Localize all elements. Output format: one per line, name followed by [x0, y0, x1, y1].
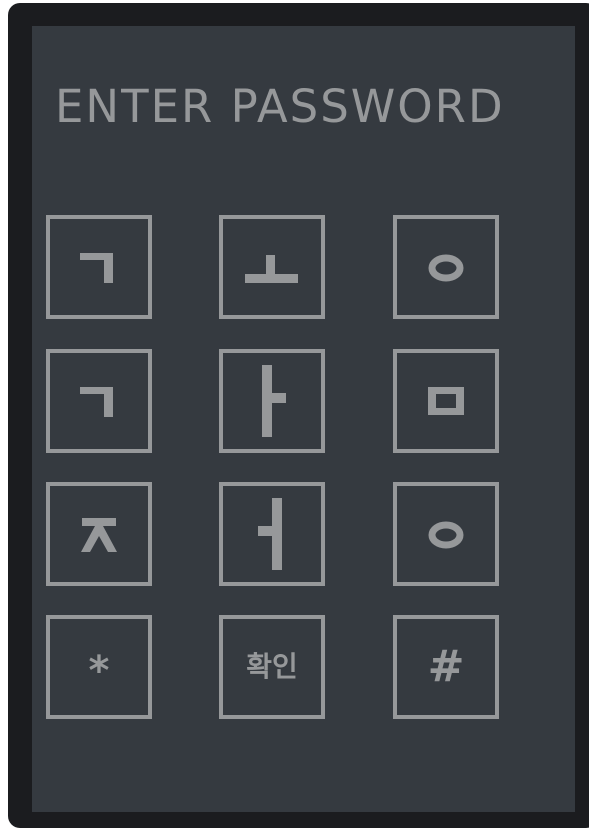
confirm-label: 확인 — [246, 650, 298, 683]
page-title: ENTER PASSWORD — [55, 80, 505, 133]
key-ieung-1[interactable] — [393, 215, 499, 319]
giyeok-icon — [80, 387, 113, 417]
eo-vowel-icon — [258, 498, 282, 570]
ieung-icon — [428, 521, 464, 549]
confirm-button[interactable]: 확인 — [219, 615, 325, 719]
key-mieum[interactable] — [393, 349, 499, 453]
key-giyeok-2[interactable] — [46, 349, 152, 453]
key-eo-vowel[interactable] — [219, 482, 325, 586]
key-a-vowel[interactable] — [219, 349, 325, 453]
ieung-icon — [428, 254, 464, 282]
star-label: * — [88, 648, 110, 694]
hash-label: # — [427, 641, 465, 692]
key-hash[interactable]: # — [393, 615, 499, 719]
mieum-icon — [428, 387, 464, 415]
key-jieut[interactable] — [46, 482, 152, 586]
o-vowel-icon — [245, 255, 298, 283]
key-o-vowel[interactable] — [219, 215, 325, 319]
key-star[interactable]: * — [46, 615, 152, 719]
a-vowel-icon — [262, 365, 286, 437]
jieut-icon — [81, 518, 117, 552]
key-giyeok-1[interactable] — [46, 215, 152, 319]
giyeok-icon — [80, 253, 113, 283]
key-ieung-2[interactable] — [393, 482, 499, 586]
